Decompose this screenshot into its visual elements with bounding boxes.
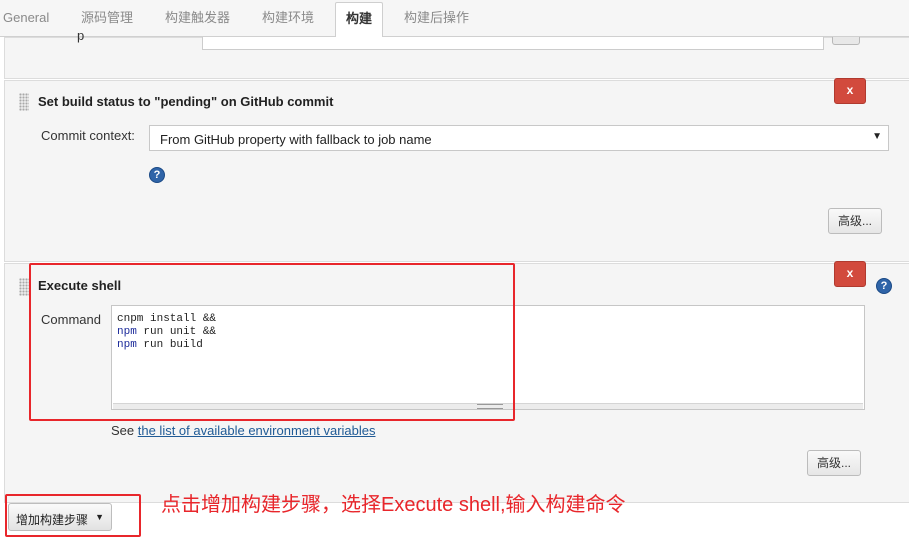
- caret-down-icon: ▼: [95, 512, 104, 522]
- tab-post-build[interactable]: 构建后操作: [404, 0, 469, 36]
- previous-step-button[interactable]: [832, 37, 860, 45]
- add-build-step-button[interactable]: 增加构建步骤 ▼: [8, 503, 112, 531]
- tab-general[interactable]: General: [3, 0, 49, 36]
- add-build-step-label: 增加构建步骤: [16, 513, 89, 527]
- highlight-execute-shell: [29, 263, 515, 421]
- drag-handle-icon[interactable]: [19, 93, 29, 111]
- tab-build-triggers[interactable]: 构建触发器: [165, 0, 230, 36]
- tab-bar: General 源码管理 构建触发器 构建环境 构建 构建后操作: [0, 0, 909, 38]
- tab-build-environment[interactable]: 构建环境: [262, 0, 314, 36]
- see-prefix: See: [111, 423, 138, 438]
- previous-build-step: p: [4, 28, 909, 79]
- env-vars-hint: See the list of available environment va…: [111, 423, 376, 438]
- tab-build[interactable]: 构建: [335, 2, 384, 38]
- commit-context-label: Commit context:: [41, 128, 135, 143]
- env-vars-link[interactable]: the list of available environment variab…: [138, 423, 376, 438]
- question-circle-icon[interactable]: ?: [149, 167, 165, 183]
- advanced-button[interactable]: 高级...: [807, 450, 861, 476]
- github-status-step: Set build status to "pending" on GitHub …: [4, 78, 909, 262]
- caret-down-icon: ▼: [872, 131, 882, 142]
- delete-step-button[interactable]: x: [834, 78, 866, 104]
- advanced-button[interactable]: 高级...: [828, 208, 882, 234]
- annotation-text: 点击增加构建步骤，选择Execute shell,输入构建命令: [161, 494, 626, 516]
- commit-context-select[interactable]: From GitHub property with fallback to jo…: [149, 125, 889, 151]
- previous-field-label: p: [77, 28, 85, 43]
- tab-source-control[interactable]: 源码管理: [81, 0, 133, 36]
- previous-step-input[interactable]: [202, 37, 824, 50]
- drag-handle-icon[interactable]: [19, 278, 29, 296]
- question-circle-icon[interactable]: ?: [876, 278, 892, 294]
- delete-step-button[interactable]: x: [834, 261, 866, 287]
- github-status-title: Set build status to "pending" on GitHub …: [38, 94, 334, 109]
- commit-context-value: From GitHub property with fallback to jo…: [160, 132, 432, 147]
